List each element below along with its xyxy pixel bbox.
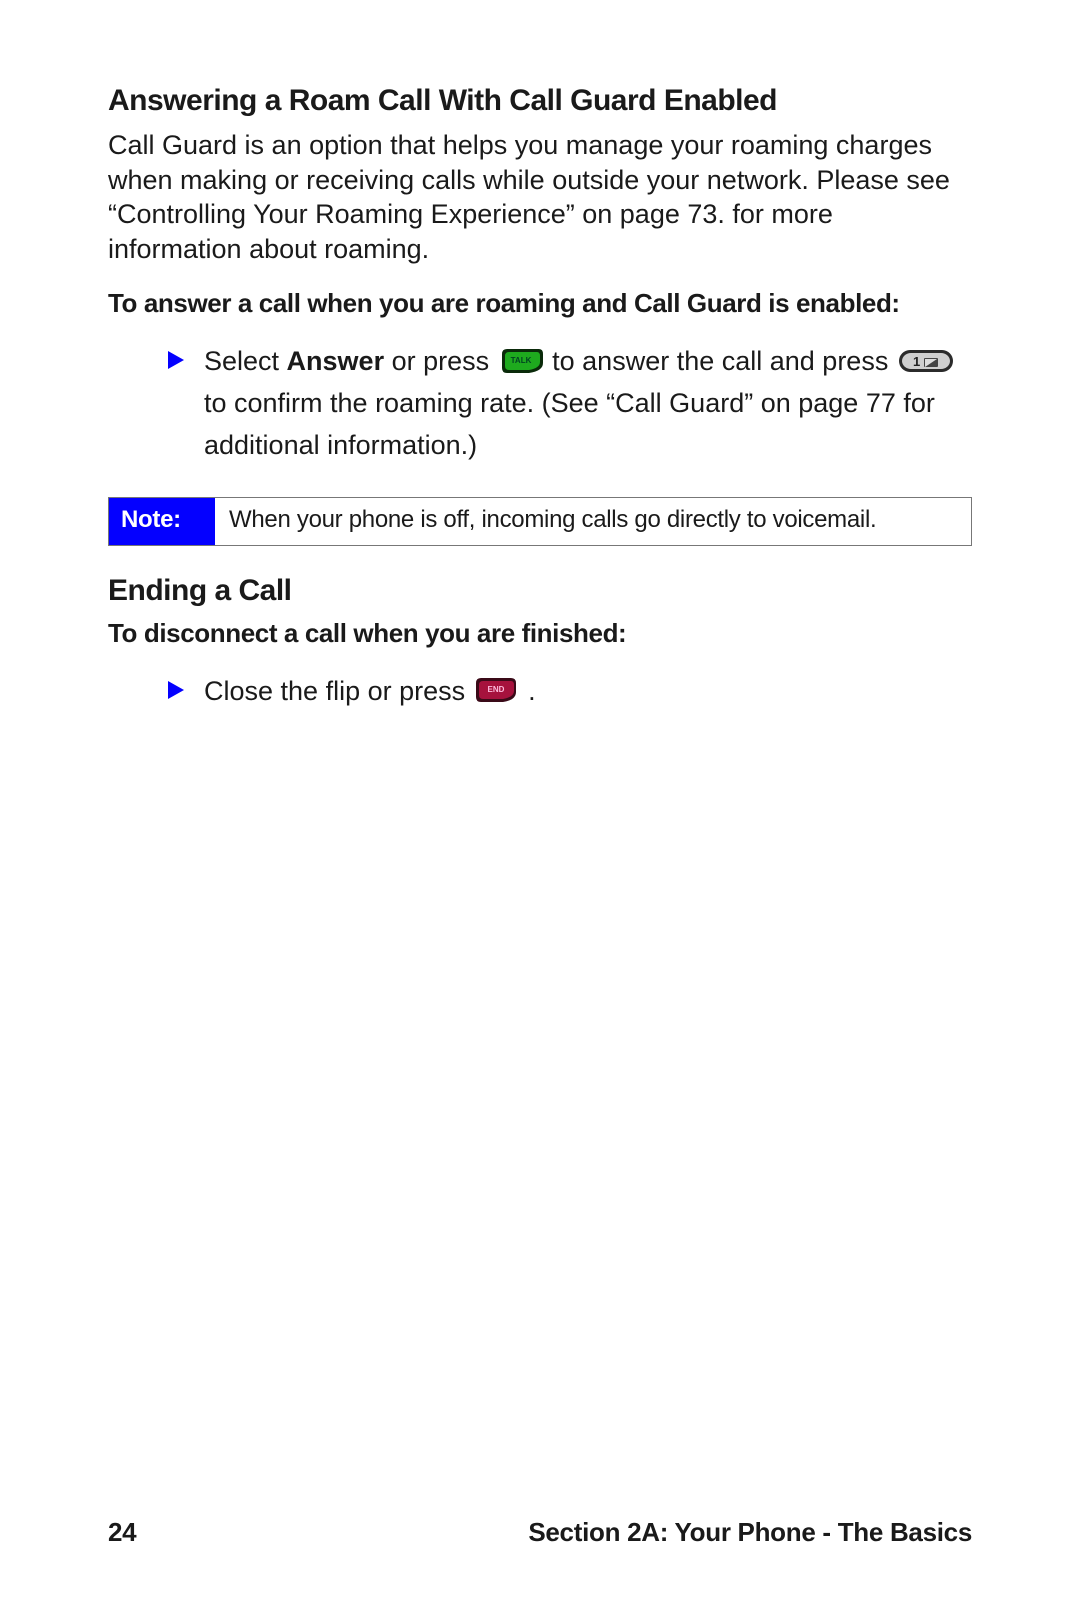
- callguard-paragraph: Call Guard is an option that helps you m…: [108, 128, 972, 266]
- answer-bullet: Select Answer or press TALK to answer th…: [108, 341, 972, 467]
- manual-page: Answering a Roam Call With Call Guard En…: [0, 0, 1080, 1620]
- answer-bullet-text: Select Answer or press TALK to answer th…: [204, 341, 972, 467]
- ending-bullet-text: Close the flip or press END .: [204, 671, 972, 713]
- text-frag: or press: [384, 346, 497, 376]
- text-frag: Close the flip or press: [204, 676, 473, 706]
- one-key-icon: 1: [898, 347, 954, 375]
- answer-label: Answer: [287, 346, 385, 376]
- triangle-bullet-icon: [168, 681, 184, 699]
- section-label: Section 2A: Your Phone - The Basics: [528, 1517, 972, 1548]
- triangle-bullet-icon: [168, 351, 184, 369]
- text-frag: to confirm the roaming rate. (See “Call …: [204, 388, 935, 460]
- end-key-icon: END: [475, 677, 519, 703]
- svg-text:END: END: [487, 685, 504, 694]
- note-label: Note:: [109, 498, 215, 545]
- heading-ending-call: Ending a Call: [108, 574, 972, 608]
- talk-key-icon: TALK: [499, 348, 543, 374]
- note-body: When your phone is off, incoming calls g…: [215, 498, 971, 545]
- page-number: 24: [108, 1517, 136, 1548]
- ending-lead: To disconnect a call when you are finish…: [108, 618, 972, 649]
- note-box: Note: When your phone is off, incoming c…: [108, 497, 972, 546]
- page-footer: 24 Section 2A: Your Phone - The Basics: [0, 1517, 1080, 1548]
- ending-bullet: Close the flip or press END .: [108, 671, 972, 713]
- text-frag: .: [521, 676, 536, 706]
- answer-lead: To answer a call when you are roaming an…: [108, 288, 972, 319]
- svg-text:1: 1: [913, 354, 920, 369]
- heading-answer-roam: Answering a Roam Call With Call Guard En…: [108, 84, 972, 118]
- svg-text:TALK: TALK: [510, 356, 531, 365]
- text-frag: to answer the call and press: [545, 346, 896, 376]
- text-frag: Select: [204, 346, 287, 376]
